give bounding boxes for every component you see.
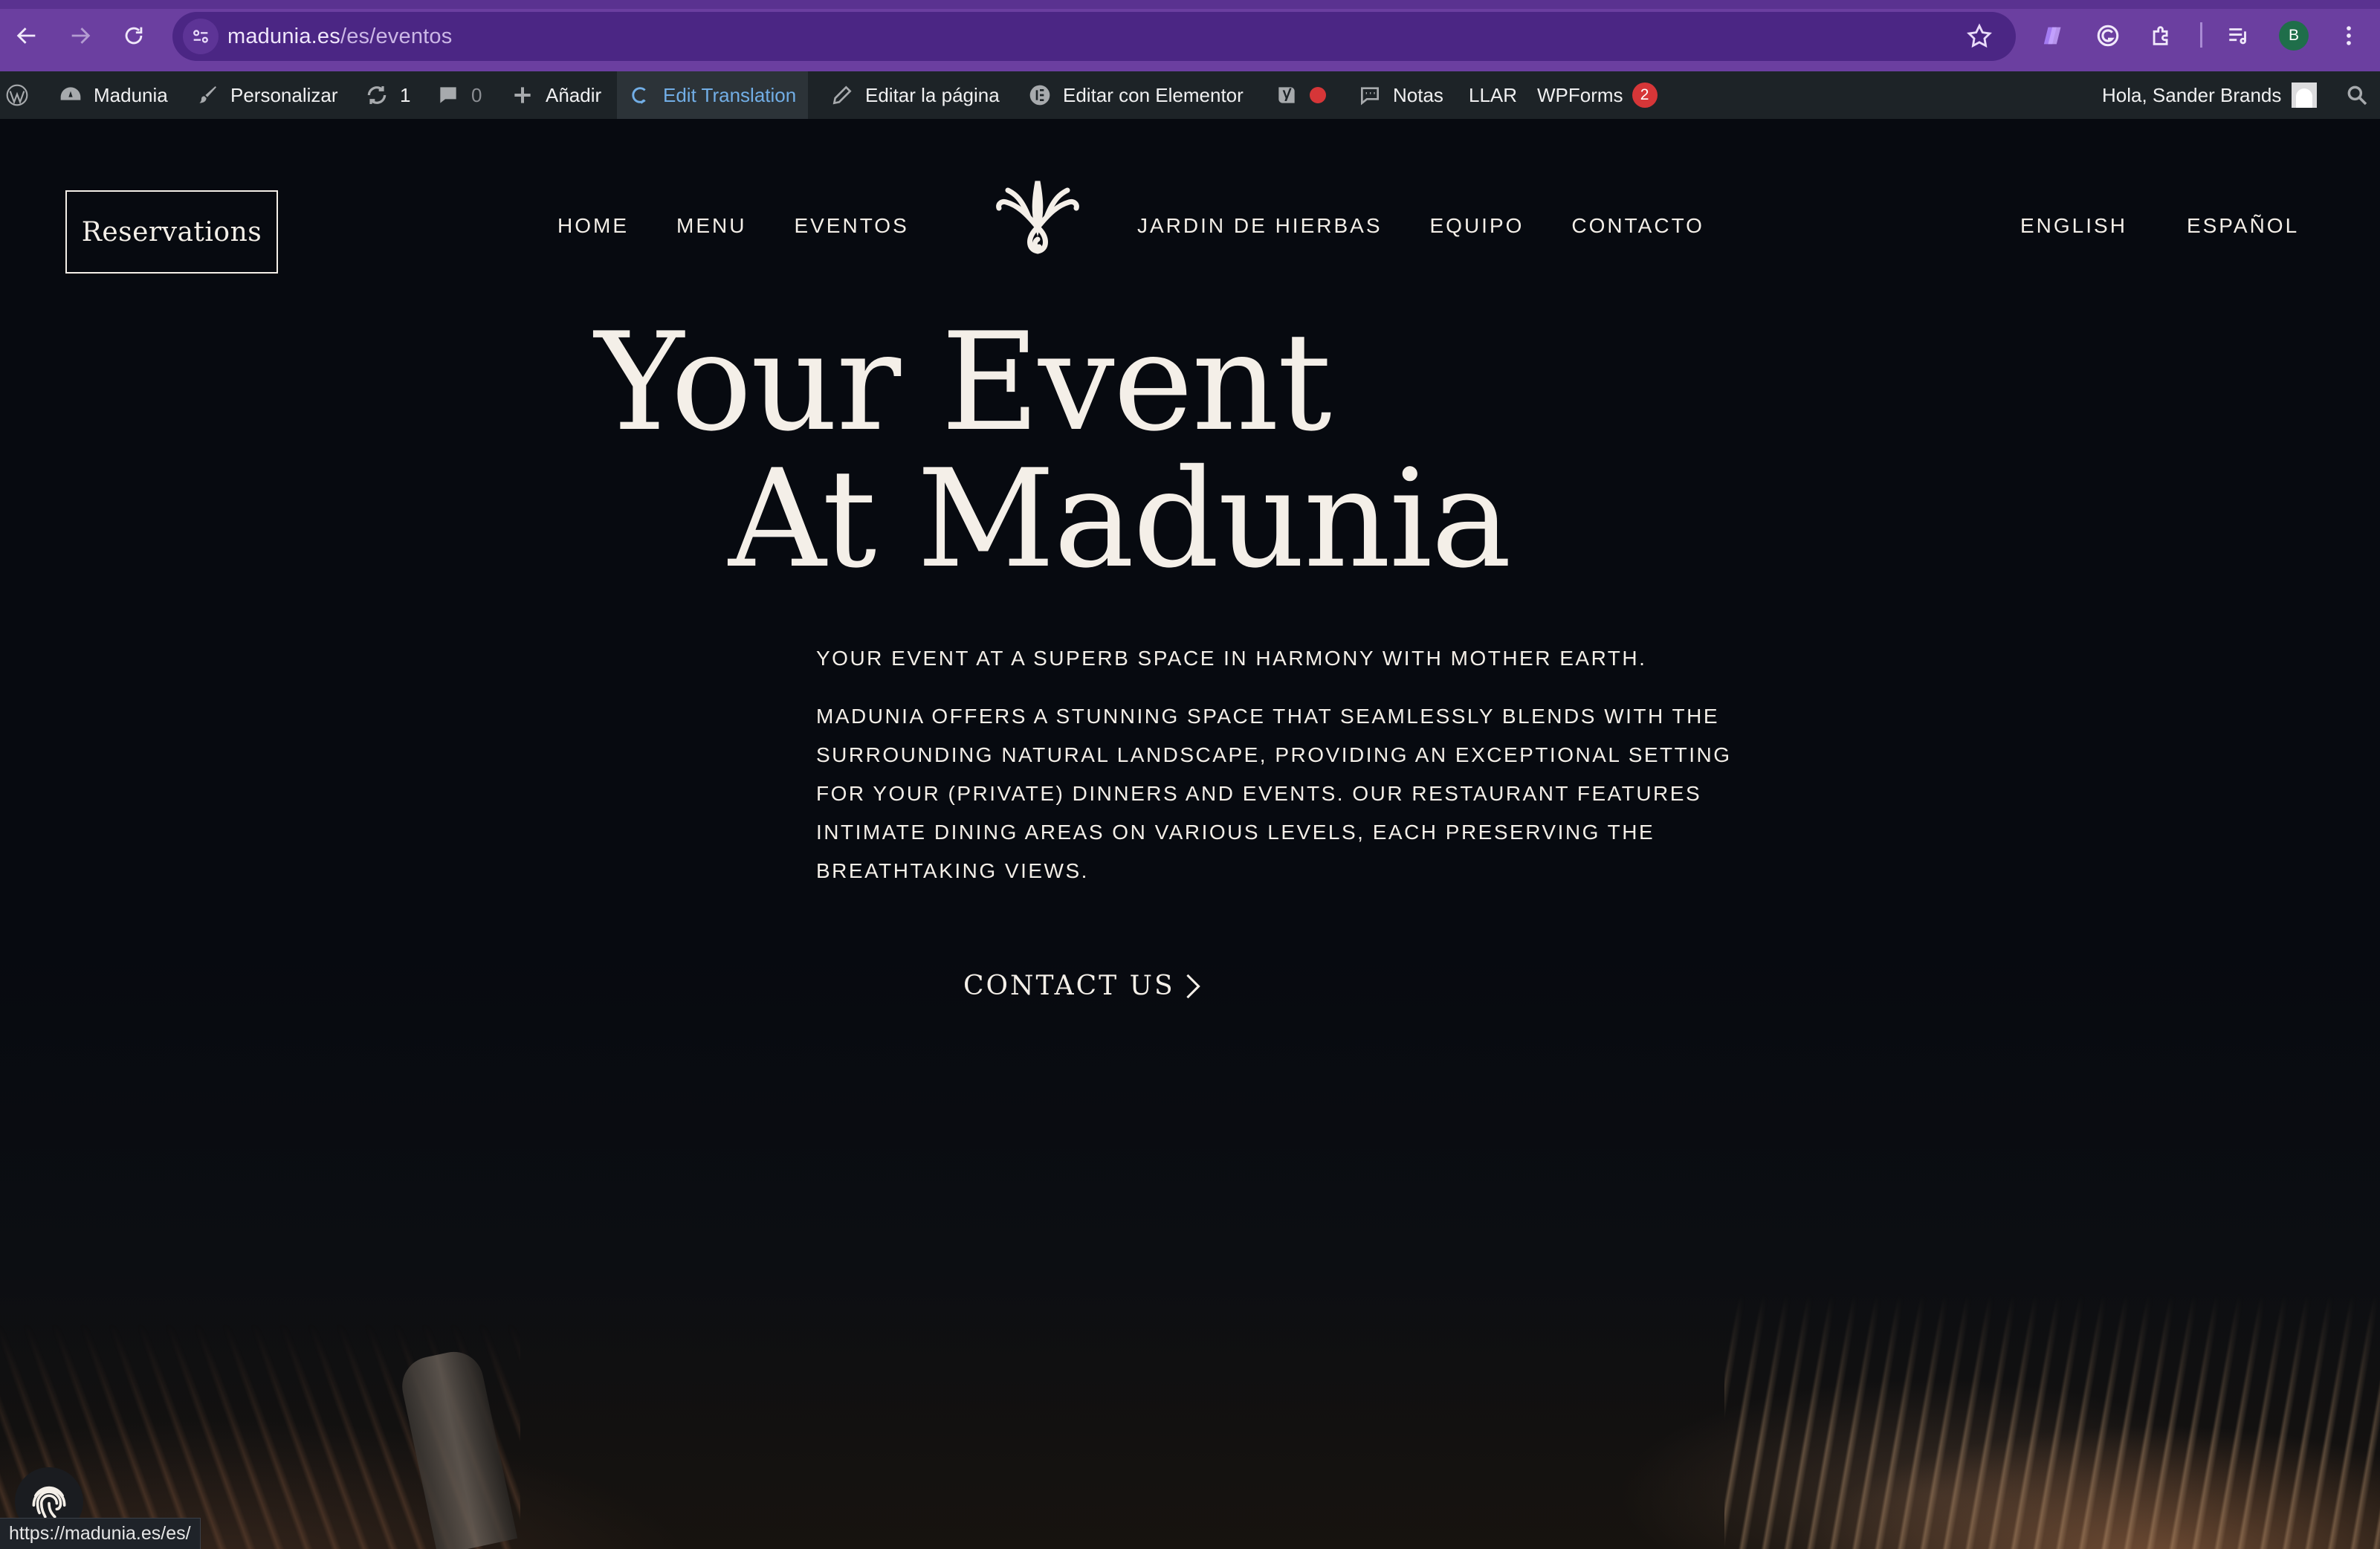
extension-button[interactable] xyxy=(2038,19,2071,52)
grammarly-extension-button[interactable] xyxy=(2092,19,2124,52)
comment-icon xyxy=(436,83,461,108)
nav-item-jardin[interactable]: JARDIN DE HIERBAS xyxy=(1137,214,1383,238)
yoast-icon xyxy=(1274,83,1299,108)
lotus-logo-icon xyxy=(996,181,1079,254)
llar-link[interactable]: LLAR xyxy=(1469,71,1517,119)
star-icon xyxy=(1967,23,1992,48)
extensions-menu-button[interactable] xyxy=(2145,19,2178,52)
lang-english[interactable]: ENGLISH xyxy=(2020,214,2127,238)
add-new-menu[interactable]: Añadir xyxy=(510,71,601,119)
forward-icon xyxy=(71,28,91,44)
site-name-menu[interactable]: Madunia xyxy=(58,71,168,119)
brush-icon xyxy=(195,83,220,108)
language-switcher: ENGLISH ESPAÑOL xyxy=(2020,211,2299,241)
edit-translation-label: Edit Translation xyxy=(663,83,797,106)
bookmark-button[interactable] xyxy=(1965,22,1993,51)
status-bar-url: https://madunia.es/es/ xyxy=(0,1518,201,1549)
wpforms-badge: 2 xyxy=(1632,83,1658,108)
forward-button[interactable] xyxy=(61,16,100,55)
main-nav-right: JARDIN DE HIERBAS EQUIPO CONTACTO xyxy=(1137,211,1704,241)
edit-elementor-link[interactable]: Editar con Elementor xyxy=(1027,71,1244,119)
notes-icon xyxy=(1357,83,1383,108)
llar-label: LLAR xyxy=(1469,83,1518,106)
nav-item-eventos[interactable]: EVENTOS xyxy=(794,214,908,238)
add-new-label: Añadir xyxy=(546,83,602,106)
media-icon xyxy=(2229,28,2246,45)
background-texture-right xyxy=(1724,1293,2380,1549)
notes-label: Notas xyxy=(1393,83,1443,106)
wordpress-icon xyxy=(4,83,30,108)
wpforms-label: WPForms xyxy=(1537,83,1623,106)
puzzle-icon xyxy=(2153,26,2168,45)
tab-strip xyxy=(0,0,2380,9)
greeting-label: Hola, Sander Brands xyxy=(2102,83,2282,106)
reservations-button[interactable]: Reservations xyxy=(65,190,278,274)
extension-icon xyxy=(2043,27,2061,45)
hero-title-line1: Your Event xyxy=(595,303,1332,461)
media-control-button[interactable] xyxy=(2222,19,2255,52)
yoast-seo-menu[interactable] xyxy=(1274,71,1326,119)
update-icon xyxy=(364,83,389,108)
browser-toolbar: madunia.es/es/eventos B xyxy=(0,0,2380,71)
reload-icon xyxy=(125,27,143,45)
comments-count: 0 xyxy=(471,83,482,106)
url-host: madunia.es xyxy=(227,25,340,48)
avatar xyxy=(2292,83,2318,108)
wpforms-menu[interactable]: WPForms 2 xyxy=(1537,71,1658,119)
updates-link[interactable]: 1 xyxy=(364,71,410,119)
hero-title-line2: At Madunia xyxy=(728,440,1512,598)
edit-page-label: Editar la página xyxy=(865,83,1000,106)
nav-item-contacto[interactable]: CONTACTO xyxy=(1571,214,1704,238)
back-icon xyxy=(16,28,36,44)
edit-elementor-label: Editar con Elementor xyxy=(1063,83,1244,106)
dashboard-icon xyxy=(58,83,83,108)
elementor-icon xyxy=(1027,83,1052,108)
site-info-icon xyxy=(193,30,208,43)
customize-label: Personalizar xyxy=(230,83,338,106)
toolbar-separator xyxy=(2200,22,2202,48)
nav-item-home[interactable]: HOME xyxy=(557,214,629,238)
comments-link[interactable]: 0 xyxy=(436,71,482,119)
site-logo[interactable] xyxy=(992,168,1084,265)
url-text: madunia.es/es/eventos xyxy=(227,25,452,49)
page-content: Reservations HOME MENU EVENTOS JARDIN DE… xyxy=(0,119,2380,1549)
plus-icon xyxy=(510,83,535,108)
contact-us-label: CONTACT US xyxy=(963,971,1175,1001)
profile-avatar[interactable]: B xyxy=(2279,21,2309,51)
pencil-icon xyxy=(830,83,855,108)
contact-us-link[interactable]: CONTACT US xyxy=(963,971,1203,1001)
hero-body: MADUNIA OFFERS A STUNNING SPACE THAT SEA… xyxy=(816,705,1732,882)
seo-status-dot xyxy=(1310,87,1326,103)
chrome-menu-button[interactable] xyxy=(2332,19,2365,52)
nav-item-menu[interactable]: MENU xyxy=(676,214,746,238)
back-button[interactable] xyxy=(7,16,46,55)
address-bar[interactable]: madunia.es/es/eventos xyxy=(172,12,2016,61)
menu-icon xyxy=(2347,26,2351,45)
url-path: /es/eventos xyxy=(340,25,453,48)
notes-link[interactable]: Notas xyxy=(1357,71,1443,119)
edit-page-link[interactable]: Editar la página xyxy=(830,71,1000,119)
grammarly-icon xyxy=(2097,25,2119,47)
nav-item-equipo[interactable]: EQUIPO xyxy=(1430,214,1524,238)
customize-link[interactable]: Personalizar xyxy=(195,71,338,119)
hero-lead: YOUR EVENT AT A SUPERB SPACE IN HARMONY … xyxy=(816,647,1647,670)
wp-admin-bar: Madunia Personalizar 1 0 Añadir Edit Tra… xyxy=(0,71,2380,119)
translate-icon xyxy=(627,83,653,108)
site-name-label: Madunia xyxy=(94,83,168,106)
search-icon xyxy=(2344,83,2370,108)
chevron-right-icon xyxy=(1186,974,1200,998)
edit-translation-link[interactable]: Edit Translation xyxy=(617,71,809,119)
main-nav-left: HOME MENU EVENTOS xyxy=(557,211,909,241)
admin-search-button[interactable] xyxy=(2344,71,2380,119)
wp-logo-menu[interactable] xyxy=(4,71,40,119)
my-account-menu[interactable]: Hola, Sander Brands xyxy=(2102,71,2318,119)
site-info-button[interactable] xyxy=(183,19,219,54)
reload-button[interactable] xyxy=(114,16,153,55)
updates-count: 1 xyxy=(400,83,411,106)
lang-espanol[interactable]: ESPAÑOL xyxy=(2187,214,2299,238)
